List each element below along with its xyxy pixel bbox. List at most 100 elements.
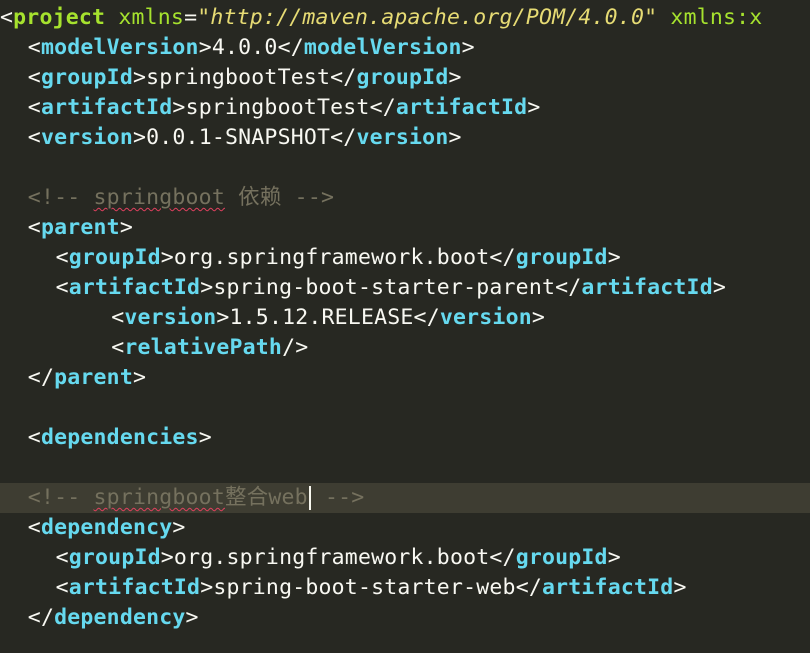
- xml-bracket: >: [160, 545, 174, 570]
- xml-bracket: >: [172, 95, 186, 120]
- xml-text-value: springbootTest: [146, 65, 331, 90]
- xml-tag-name: groupId: [40, 65, 133, 90]
- code-line[interactable]: [0, 153, 810, 183]
- xml-tag-name: parent: [40, 215, 120, 240]
- code-line[interactable]: <artifactId>spring-boot-starter-parent</…: [0, 273, 810, 303]
- xml-attribute-name: xmlns:x: [670, 5, 763, 30]
- xml-text-value: 4.0.0: [211, 35, 278, 60]
- xml-text-value: spring-boot-starter-parent: [213, 275, 556, 300]
- xml-tag-name: version: [40, 125, 133, 150]
- spellcheck-word: springboot: [93, 485, 225, 510]
- xml-tag-name: relativePath: [124, 335, 283, 360]
- xml-bracket: <: [27, 65, 41, 90]
- code-line[interactable]: <!-- springboot 依赖 -->: [0, 183, 810, 213]
- xml-bracket: >: [448, 65, 462, 90]
- code-line[interactable]: </parent>: [0, 363, 810, 393]
- code-line[interactable]: <dependencies>: [0, 423, 810, 453]
- code-line[interactable]: </dependency>: [0, 603, 810, 633]
- xml-text-value: org.springframework.boot: [173, 245, 490, 270]
- xml-tag-name: artifactId: [68, 575, 201, 600]
- code-line[interactable]: <version>0.0.1-SNAPSHOT</version>: [0, 123, 810, 153]
- xml-bracket: >: [119, 215, 133, 240]
- xml-tag-name: artifactId: [395, 95, 528, 120]
- xml-bracket: >: [160, 245, 174, 270]
- code-line[interactable]: <groupId>org.springframework.boot</group…: [0, 543, 810, 573]
- comment-text: 依赖 -->: [224, 185, 335, 210]
- xml-attribute-name: xmlns: [118, 5, 185, 30]
- code-line[interactable]: <version>1.5.12.RELEASE</version>: [0, 303, 810, 333]
- xml-text-value: springbootTest: [185, 95, 370, 120]
- code-line[interactable]: <dependency>: [0, 513, 810, 543]
- code-line[interactable]: <artifactId>spring-boot-starter-web</art…: [0, 573, 810, 603]
- xml-bracket: >: [607, 245, 621, 270]
- xml-bracket: <: [55, 275, 69, 300]
- comment-text: <!--: [27, 185, 94, 210]
- xml-tag-name: groupId: [68, 245, 161, 270]
- xml-tag-name: version: [356, 125, 449, 150]
- xml-tag-name: dependency: [54, 605, 186, 630]
- xml-bracket: >: [132, 65, 147, 90]
- xml-text-value: [657, 5, 670, 30]
- xml-bracket: </: [489, 245, 516, 270]
- xml-tag-name: dependency: [40, 515, 173, 540]
- code-editor[interactable]: <project xmlns="http://maven.apache.org/…: [0, 0, 810, 653]
- xml-bracket: </: [330, 65, 357, 90]
- xml-bracket: >: [132, 365, 147, 390]
- code-line[interactable]: [0, 453, 810, 483]
- code-line[interactable]: <parent>: [0, 213, 810, 243]
- xml-bracket: </: [515, 575, 542, 600]
- xml-bracket: >: [673, 575, 687, 600]
- xml-bracket: <: [27, 35, 41, 60]
- code-line[interactable]: <artifactId>springbootTest</artifactId>: [0, 93, 810, 123]
- comment-text: springboot: [94, 185, 225, 210]
- xml-bracket: >: [216, 305, 230, 330]
- xml-bracket: <: [55, 545, 69, 570]
- xml-bracket: >: [172, 515, 186, 540]
- xml-bracket: >: [198, 35, 212, 60]
- xml-bracket: >: [448, 125, 462, 150]
- code-line[interactable]: <relativePath/>: [0, 333, 810, 363]
- xml-text-value: org.springframework.boot: [173, 545, 490, 570]
- comment-text: <!--: [27, 485, 94, 510]
- xml-bracket: </: [330, 125, 357, 150]
- xml-tag-name: version: [439, 305, 532, 330]
- xml-bracket: <: [27, 215, 41, 240]
- xml-tag-name: groupId: [68, 545, 161, 570]
- comment-text: -->: [311, 485, 365, 510]
- xml-tag-name: groupId: [515, 245, 608, 270]
- xml-bracket: >: [185, 605, 199, 630]
- xml-tag-name: version: [124, 305, 217, 330]
- xml-bracket: >: [198, 425, 212, 450]
- xml-bracket: >: [607, 545, 621, 570]
- code-line[interactable]: <groupId>springbootTest</groupId>: [0, 63, 810, 93]
- xml-bracket: </: [413, 305, 440, 330]
- xml-tag-name: artifactId: [40, 95, 173, 120]
- xml-root-tag-name: project: [13, 5, 106, 30]
- xml-bracket: >: [200, 275, 214, 300]
- xml-tag-name: modelVersion: [303, 35, 462, 60]
- xml-bracket: </: [369, 95, 396, 120]
- xml-bracket: <: [27, 515, 41, 540]
- xml-tag-name: groupId: [356, 65, 449, 90]
- comment-text: 整合web: [224, 485, 308, 510]
- xml-bracket: <: [111, 335, 125, 360]
- code-line[interactable]: <groupId>org.springframework.boot</group…: [0, 243, 810, 273]
- code-line-current[interactable]: <!-- springboot整合web -->: [0, 483, 810, 513]
- xml-bracket: >: [200, 575, 214, 600]
- xml-bracket: >: [461, 35, 475, 60]
- xml-bracket: <: [55, 575, 69, 600]
- xml-bracket: </: [555, 275, 582, 300]
- xml-bracket: >: [132, 125, 147, 150]
- xml-bracket: <: [0, 5, 14, 30]
- xml-text-value: =: [184, 5, 198, 30]
- xml-text-value: [105, 5, 118, 30]
- code-line[interactable]: [0, 393, 810, 423]
- xml-bracket: >: [527, 95, 541, 120]
- xml-bracket: </: [489, 545, 516, 570]
- code-line[interactable]: <modelVersion>4.0.0</modelVersion>: [0, 33, 810, 63]
- xml-tag-name: artifactId: [68, 275, 201, 300]
- xml-bracket: <: [27, 125, 41, 150]
- xml-bracket: </: [27, 605, 55, 630]
- code-line[interactable]: <project xmlns="http://maven.apache.org/…: [0, 3, 810, 33]
- xml-bracket: <: [55, 245, 69, 270]
